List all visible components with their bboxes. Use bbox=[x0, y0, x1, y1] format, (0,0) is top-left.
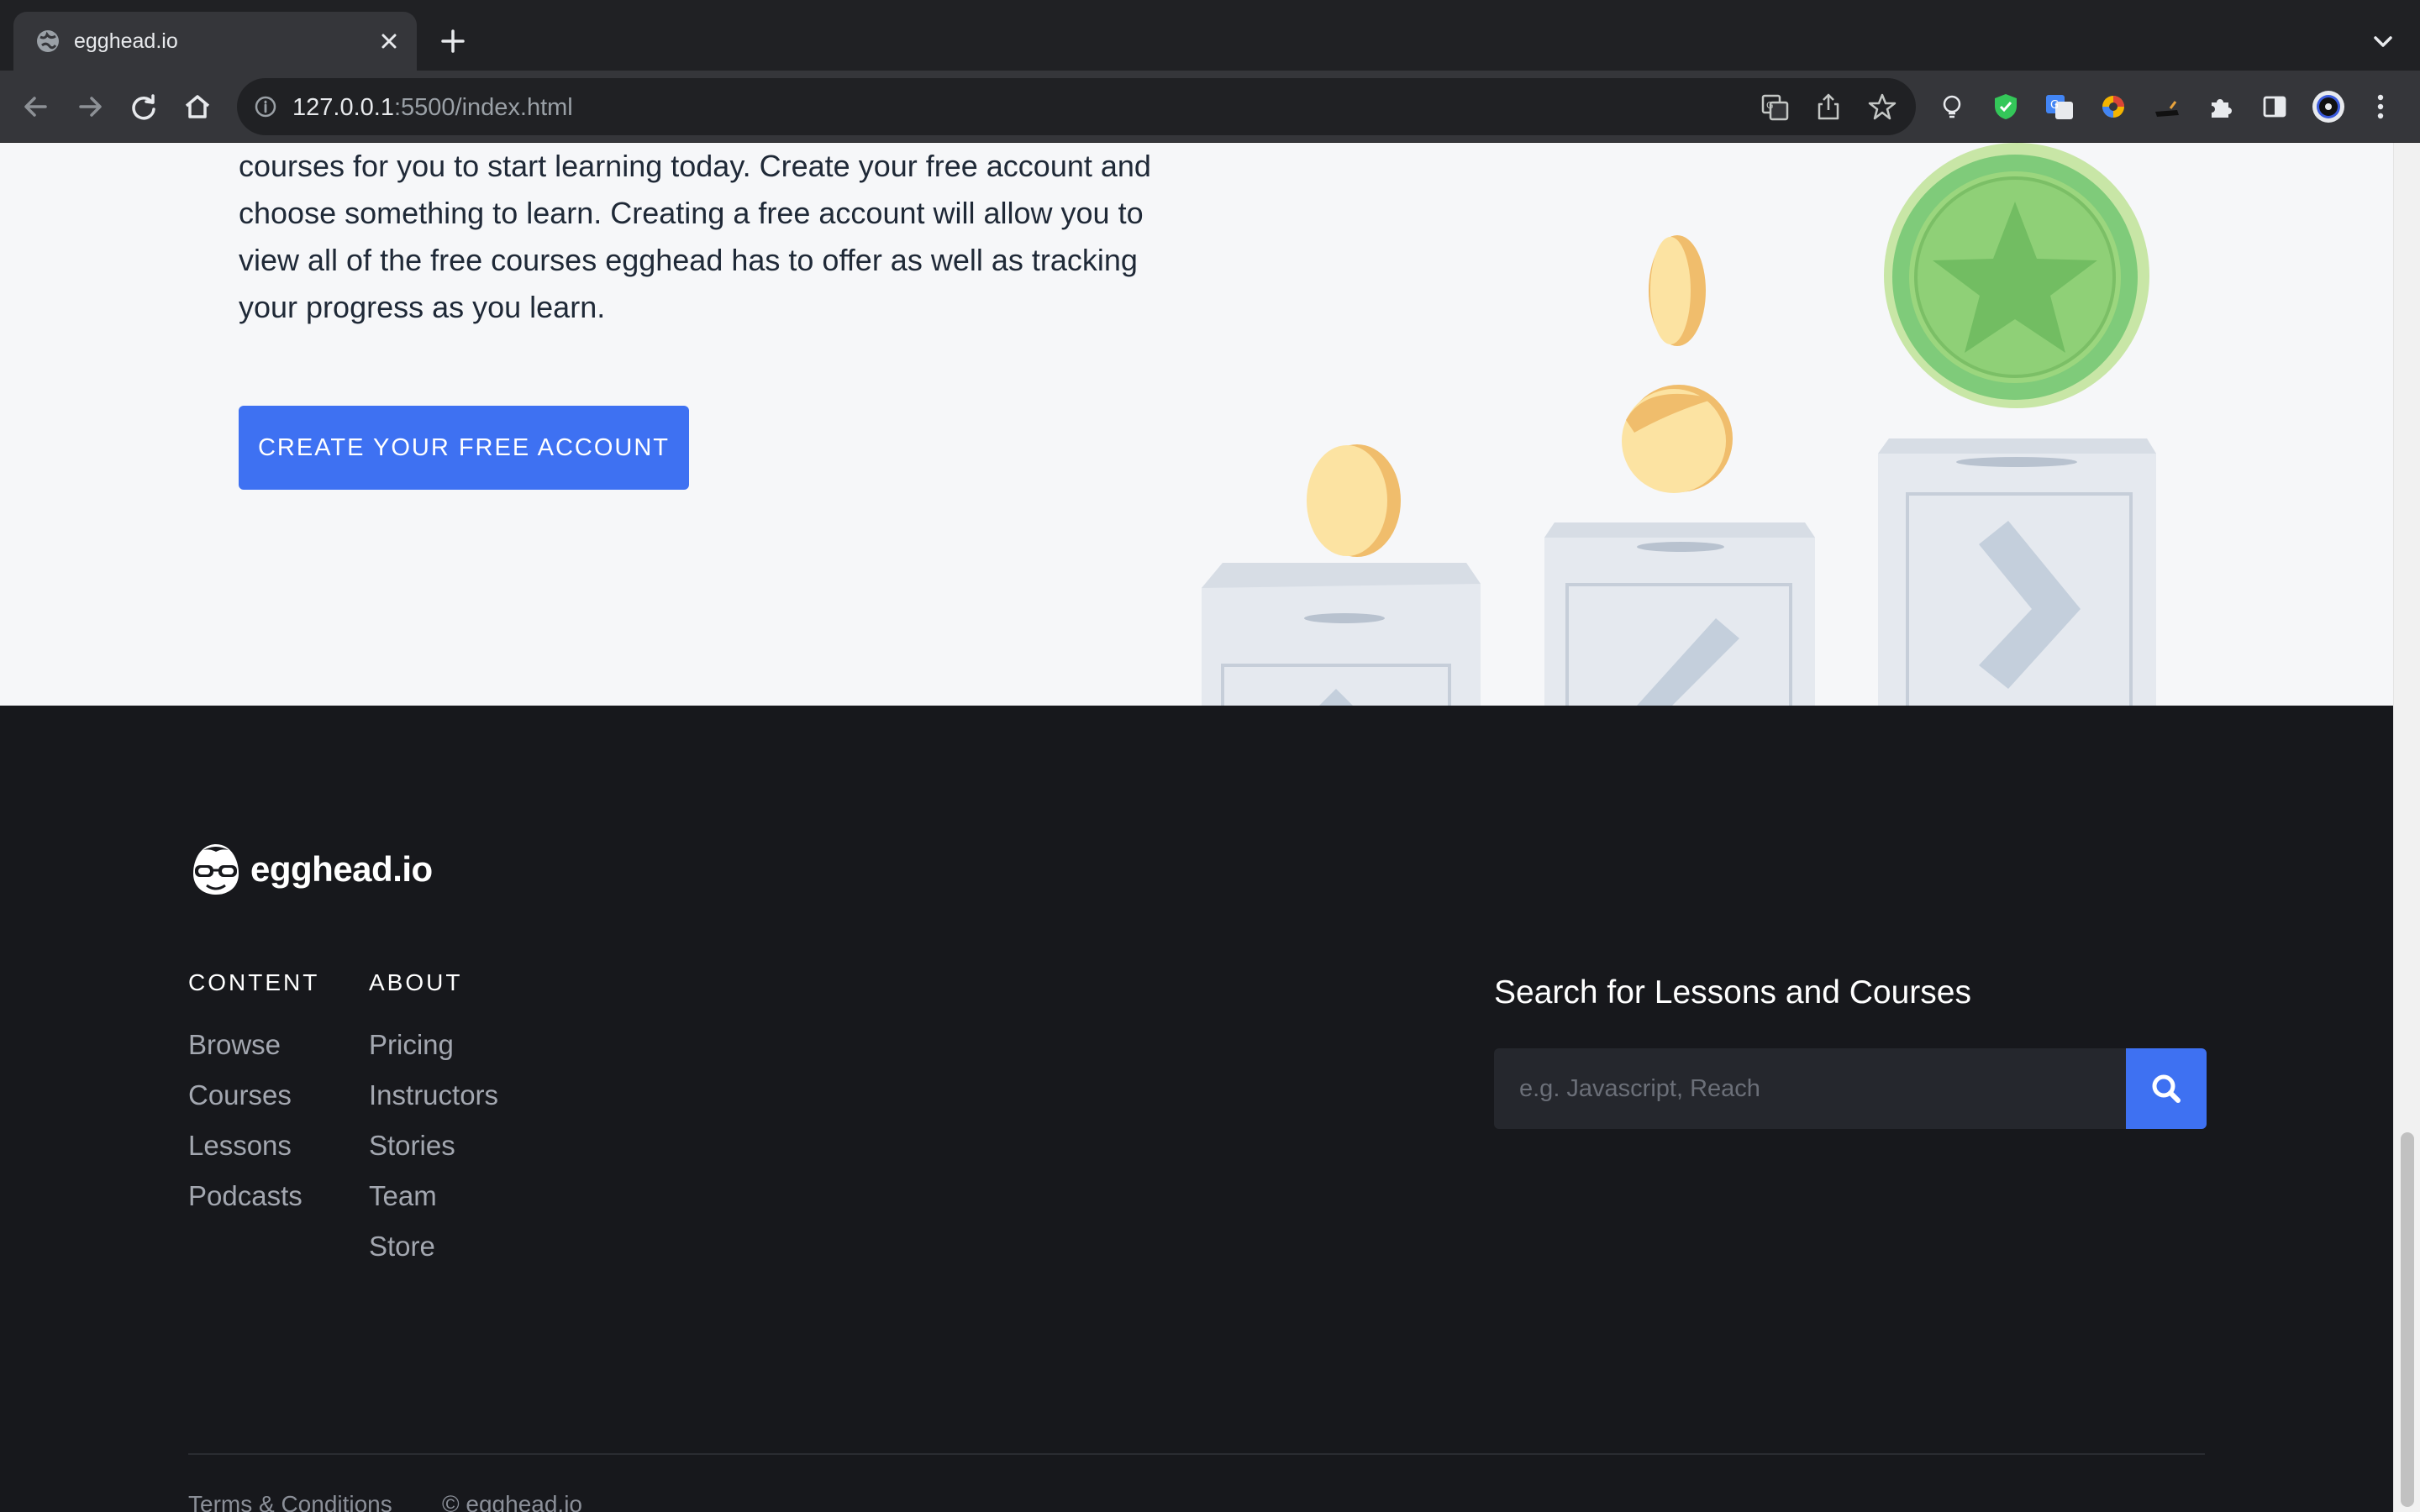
footer-link-instructors[interactable]: Instructors bbox=[369, 1070, 498, 1121]
footer-link-browse[interactable]: Browse bbox=[188, 1020, 319, 1070]
footer-link-stories[interactable]: Stories bbox=[369, 1121, 498, 1171]
shield-extension-icon[interactable] bbox=[1988, 89, 2023, 124]
extensions-area: G bbox=[1934, 87, 2346, 126]
coin-flipping bbox=[1649, 235, 1706, 346]
content-links: Browse Courses Lessons Podcasts bbox=[188, 1020, 319, 1221]
search-button[interactable] bbox=[2126, 1048, 2207, 1129]
brand-name: egghead.io bbox=[250, 849, 433, 889]
site-footer: egghead.io CONTENT Browse Courses Lesson… bbox=[0, 706, 2393, 1512]
tab-title: egghead.io bbox=[74, 29, 178, 53]
chevron-down-icon[interactable] bbox=[2368, 27, 2398, 57]
footer-brand[interactable]: egghead.io bbox=[188, 840, 433, 899]
plus-icon[interactable] bbox=[437, 25, 469, 57]
hero-section: courses for you to start learning today.… bbox=[0, 143, 2393, 706]
copyright: © egghead.io bbox=[442, 1491, 582, 1512]
url-text: 127.0.0.1:5500/index.html bbox=[292, 94, 573, 121]
footer-link-podcasts[interactable]: Podcasts bbox=[188, 1171, 319, 1221]
share-icon[interactable] bbox=[1812, 90, 1845, 123]
forward-icon[interactable] bbox=[71, 87, 109, 126]
extensions-icon[interactable] bbox=[2203, 89, 2238, 124]
pedestal-middle bbox=[1544, 522, 1815, 706]
color-picker-extension-icon[interactable] bbox=[2096, 89, 2131, 124]
footer-divider bbox=[188, 1453, 2205, 1455]
svg-text:G: G bbox=[1766, 100, 1774, 111]
tool-extension-icon[interactable] bbox=[2149, 89, 2185, 124]
footer-about-column: ABOUT Pricing Instructors Stories Team S… bbox=[369, 966, 498, 1272]
browser-tab[interactable]: egghead.io bbox=[13, 12, 417, 71]
about-heading: ABOUT bbox=[369, 969, 463, 995]
hero-description: courses for you to start learning today.… bbox=[239, 149, 1151, 324]
globe-icon bbox=[37, 30, 59, 52]
url-host: 127.0.0.1 bbox=[292, 94, 394, 121]
about-links: Pricing Instructors Stories Team Store bbox=[369, 1020, 498, 1272]
reload-icon[interactable] bbox=[124, 87, 163, 126]
footer-link-pricing[interactable]: Pricing bbox=[369, 1020, 498, 1070]
svg-text:G: G bbox=[2050, 99, 2059, 112]
more-menu-icon[interactable] bbox=[2363, 89, 2398, 124]
pedestal-left bbox=[1202, 563, 1481, 706]
address-bar[interactable]: 127.0.0.1:5500/index.html G bbox=[237, 78, 1916, 135]
footer-link-lessons[interactable]: Lessons bbox=[188, 1121, 319, 1171]
page-viewport: courses for you to start learning today.… bbox=[0, 143, 2393, 1512]
coin-middle bbox=[1622, 385, 1733, 493]
home-icon[interactable] bbox=[178, 87, 217, 126]
create-account-button[interactable]: CREATE YOUR FREE ACCOUNT bbox=[239, 406, 689, 490]
scrollbar-thumb[interactable] bbox=[2401, 1132, 2414, 1507]
info-icon[interactable] bbox=[254, 95, 277, 118]
translate-icon[interactable]: G bbox=[1758, 90, 1791, 123]
lightbulb-extension-icon[interactable] bbox=[1934, 89, 1970, 124]
page-scrollbar[interactable] bbox=[2393, 143, 2420, 1512]
search-icon bbox=[2152, 1074, 2181, 1103]
google-translate-extension-icon[interactable]: G bbox=[2042, 89, 2077, 124]
footer-link-courses[interactable]: Courses bbox=[188, 1070, 319, 1121]
footer-link-store[interactable]: Store bbox=[369, 1221, 498, 1272]
star-medal bbox=[1884, 143, 2149, 408]
footer-content-column: CONTENT Browse Courses Lessons Podcasts bbox=[188, 966, 319, 1221]
browser-toolbar: 127.0.0.1:5500/index.html G G bbox=[0, 71, 2420, 143]
coins-pedestals-illustration bbox=[1202, 143, 2156, 706]
star-icon[interactable] bbox=[1865, 90, 1899, 123]
content-heading: CONTENT bbox=[188, 969, 320, 995]
close-icon[interactable] bbox=[373, 25, 405, 57]
browser-tab-strip: egghead.io bbox=[0, 0, 2420, 71]
coin-small-left bbox=[1307, 444, 1401, 557]
url-path: :5500/index.html bbox=[393, 94, 573, 121]
back-icon[interactable] bbox=[17, 87, 55, 126]
terms-link[interactable]: Terms & Conditions bbox=[188, 1491, 392, 1512]
search-input[interactable] bbox=[1494, 1048, 2128, 1129]
pedestal-right bbox=[1878, 438, 2156, 706]
omnibox-actions: G bbox=[1758, 90, 1899, 123]
search-title: Search for Lessons and Courses bbox=[1494, 974, 1971, 1011]
profile-avatar-icon[interactable] bbox=[2311, 89, 2346, 124]
sidepanel-icon[interactable] bbox=[2257, 89, 2292, 124]
egghead-logo-icon bbox=[193, 844, 239, 895]
footer-link-team[interactable]: Team bbox=[369, 1171, 498, 1221]
